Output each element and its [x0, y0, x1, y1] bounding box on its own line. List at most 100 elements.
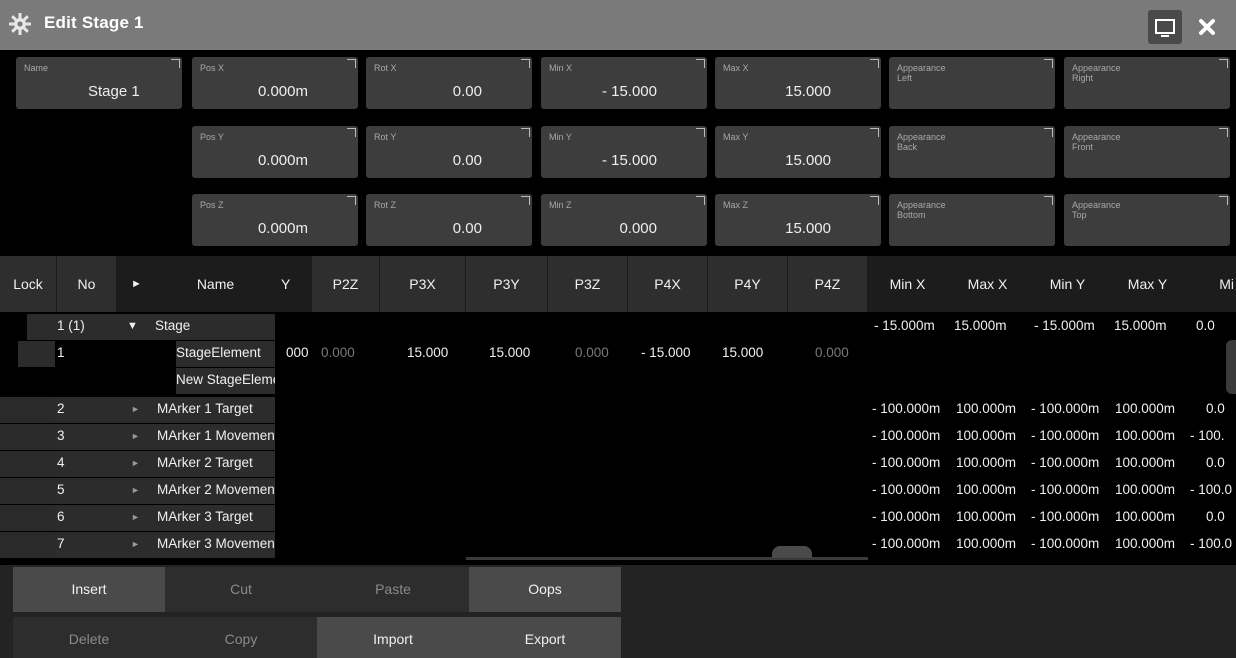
rot-z-field[interactable]: Rot Z 0.00 [366, 194, 532, 246]
table-row[interactable]: 2 ► MArker 1 Target - 100.000m 100.000m … [0, 397, 1236, 423]
col-p4y[interactable]: P4Y [708, 256, 788, 312]
table-row[interactable]: 1 (1) ▼ Stage - 15.000m 15.000m - 15.000… [0, 314, 1236, 340]
lock-cell[interactable] [0, 532, 55, 558]
col-max-y[interactable]: Max Y [1108, 256, 1188, 312]
rot-y-value: 0.00 [452, 152, 482, 169]
name-value: Stage 1 [88, 83, 140, 100]
p4z-cell: 0.000 [815, 345, 849, 360]
col-p2z[interactable]: P2Z [312, 256, 380, 312]
export-button[interactable]: Export [469, 617, 621, 658]
expand-arrow[interactable]: ► [117, 478, 155, 504]
max-y-field[interactable]: Max Y 15.000 [715, 126, 881, 178]
appearance-right-label: Appearance Right [1072, 63, 1121, 83]
window-title: Edit Stage 1 [44, 13, 144, 32]
delete-button[interactable]: Delete [13, 617, 165, 658]
appearance-left-field[interactable]: Appearance Left [889, 57, 1055, 109]
col-p4z[interactable]: P4Z [788, 256, 868, 312]
monitor-icon [1155, 19, 1175, 37]
col-expand[interactable]: ► [117, 256, 157, 312]
expand-arrow[interactable]: ► [117, 424, 155, 450]
min-z-field[interactable]: Min Z 0.000 [541, 194, 707, 246]
max-y-cell: 100.000m [1115, 428, 1176, 443]
pos-x-field[interactable]: Pos X 0.000m [192, 57, 358, 109]
col-p4x[interactable]: P4X [628, 256, 708, 312]
name-cell: MArker 1 Target [155, 397, 275, 423]
appearance-back-field[interactable]: Appearance Back [889, 126, 1055, 178]
col-min-x[interactable]: Min X [868, 256, 948, 312]
rot-y-field[interactable]: Rot Y 0.00 [366, 126, 532, 178]
col-max-x[interactable]: Max X [948, 256, 1028, 312]
col-mi[interactable]: Mi [1188, 256, 1236, 312]
lock-cell[interactable] [0, 478, 55, 504]
lock-cell[interactable] [0, 451, 55, 477]
col-name[interactable]: Name [157, 256, 275, 312]
close-button[interactable] [1190, 10, 1224, 44]
vertical-scrollbar[interactable] [1226, 340, 1236, 394]
max-z-field[interactable]: Max Z 15.000 [715, 194, 881, 246]
oops-button[interactable]: Oops [469, 567, 621, 612]
appearance-right-field[interactable]: Appearance Right [1064, 57, 1230, 109]
col-p3x[interactable]: P3X [380, 256, 466, 312]
scroll-handle-icon[interactable] [772, 546, 812, 558]
col-no[interactable]: No [57, 256, 117, 312]
max-x-label: Max X [723, 63, 749, 73]
table-row[interactable]: New StageElement [0, 368, 1236, 394]
table-row[interactable]: 3 ► MArker 1 Movement - 100.000m 100.000… [0, 424, 1236, 450]
new-element-cell[interactable]: New StageElement [176, 368, 275, 394]
table-row[interactable]: 4 ► MArker 2 Target - 100.000m 100.000m … [0, 451, 1236, 477]
table-row[interactable]: 6 ► MArker 3 Target - 100.000m 100.000m … [0, 505, 1236, 531]
table-row[interactable]: 1 StageElement 000 0.000 15.000 15.000 0… [0, 341, 1236, 367]
lock-cell[interactable] [0, 397, 55, 423]
min-y-cell: - 100.000m [1031, 509, 1100, 524]
gear-icon [9, 13, 31, 35]
col-lock[interactable]: Lock [0, 256, 57, 312]
col-min-y[interactable]: Min Y [1028, 256, 1108, 312]
expand-arrow[interactable]: ► [117, 505, 155, 531]
lock-cell[interactable] [0, 505, 55, 531]
mi-cell: 0.0 [1206, 455, 1225, 470]
cut-button[interactable]: Cut [165, 567, 317, 612]
table-header: Lock No ► Name Y P2Z P3X P3Y P3Z P4X P4Y… [0, 256, 1236, 312]
rot-y-label: Rot Y [374, 132, 397, 142]
table-row[interactable]: 5 ► MArker 2 Movement - 100.000m 100.000… [0, 478, 1236, 504]
lock-cell[interactable] [0, 424, 55, 450]
min-y-cell: - 100.000m [1031, 482, 1100, 497]
lock-cell[interactable] [27, 314, 55, 340]
appearance-top-field[interactable]: Appearance Top [1064, 194, 1230, 246]
no-cell: 1 [57, 345, 65, 360]
appearance-front-field[interactable]: Appearance Front [1064, 126, 1230, 178]
max-x-cell: 100.000m [956, 428, 1017, 443]
expand-arrow[interactable]: ► [117, 451, 155, 477]
no-cell: 5 [55, 478, 117, 504]
max-y-value: 15.000 [785, 152, 831, 169]
mi-cell: 0.0 [1196, 318, 1215, 333]
appearance-bottom-field[interactable]: Appearance Bottom [889, 194, 1055, 246]
p3x-cell: 15.000 [407, 345, 449, 360]
min-x-cell: - 100.000m [872, 401, 941, 416]
insert-button[interactable]: Insert [13, 567, 165, 612]
paste-button[interactable]: Paste [317, 567, 469, 612]
expand-arrow[interactable]: ▼ [117, 314, 157, 340]
pos-y-field[interactable]: Pos Y 0.000m [192, 126, 358, 178]
col-p3z[interactable]: P3Z [548, 256, 628, 312]
min-x-field[interactable]: Min X - 15.000 [541, 57, 707, 109]
monitor-button[interactable] [1148, 10, 1182, 44]
col-cut[interactable]: Y [275, 256, 312, 312]
name-field[interactable]: Name Stage 1 [16, 57, 182, 109]
name-cell: StageElement [176, 341, 275, 367]
copy-button[interactable]: Copy [165, 617, 317, 658]
button-bar: Insert Cut Paste Oops Delete Copy Import… [0, 565, 1236, 658]
min-y-field[interactable]: Min Y - 15.000 [541, 126, 707, 178]
col-p3y[interactable]: P3Y [466, 256, 548, 312]
rot-x-field[interactable]: Rot X 0.00 [366, 57, 532, 109]
name-cell: MArker 1 Movement [155, 424, 275, 450]
min-x-cell: - 15.000m [874, 318, 935, 333]
pos-z-field[interactable]: Pos Z 0.000m [192, 194, 358, 246]
expand-arrow[interactable]: ► [117, 397, 155, 423]
expand-arrow[interactable]: ► [117, 532, 155, 558]
table-row[interactable]: 7 ► MArker 3 Movement - 100.000m 100.000… [0, 532, 1236, 558]
max-x-field[interactable]: Max X 15.000 [715, 57, 881, 109]
lock-cell[interactable] [18, 341, 55, 367]
import-button[interactable]: Import [317, 617, 469, 658]
max-z-value: 15.000 [785, 220, 831, 237]
